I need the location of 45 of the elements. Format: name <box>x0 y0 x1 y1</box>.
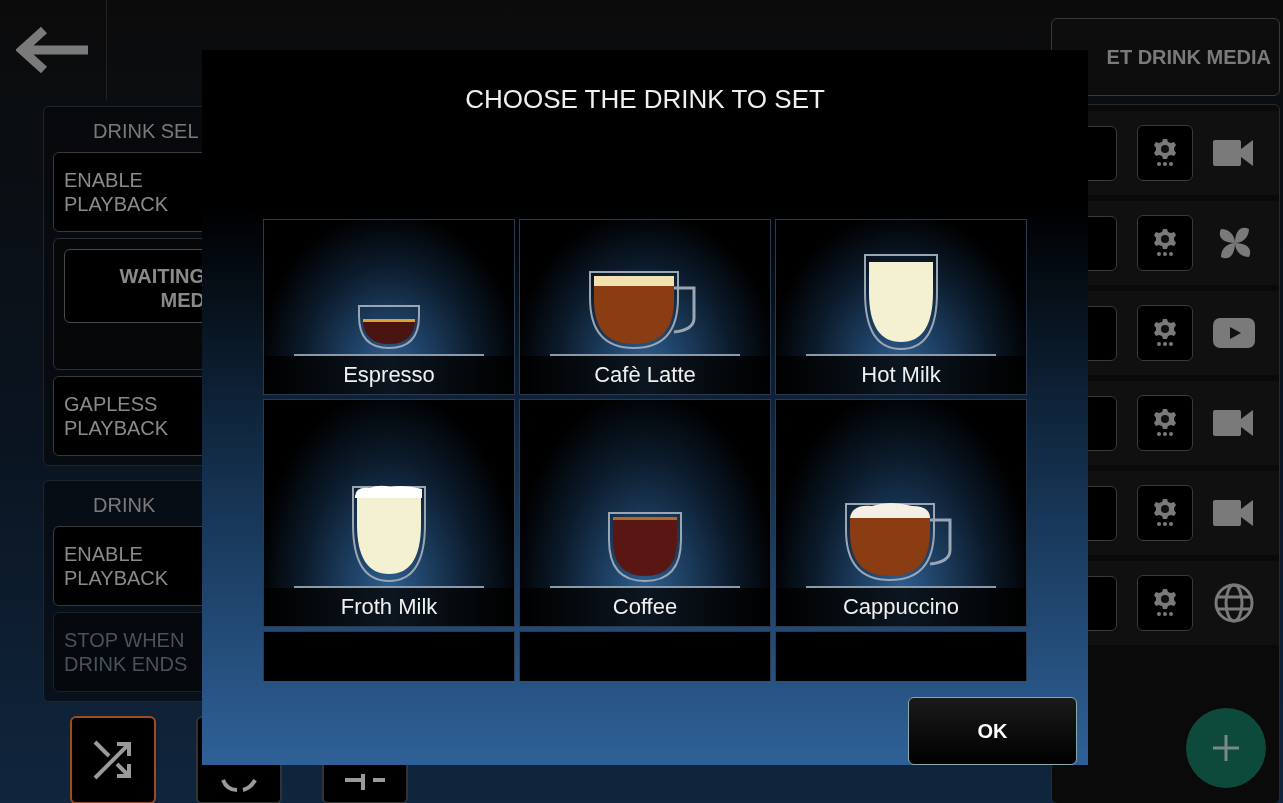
split-icon <box>343 774 387 790</box>
set-drink-media-button[interactable]: ET DRINK MEDIA <box>1051 18 1280 96</box>
coffee-glass-icon <box>606 510 684 584</box>
video-camera-icon <box>1213 410 1253 436</box>
toolbar-button[interactable] <box>70 716 156 803</box>
settings-button[interactable] <box>1137 575 1193 631</box>
drink-tile[interactable]: Hot Milk <box>775 219 1027 395</box>
video-camera-icon <box>1213 140 1253 166</box>
drink-name: Cafè Latte <box>520 356 770 394</box>
drink-tile[interactable]: Froth Milk <box>263 399 515 627</box>
settings-button[interactable] <box>1137 485 1193 541</box>
gear-icon <box>1154 499 1176 527</box>
drink-tile[interactable]: Cafè Latte <box>519 219 771 395</box>
drink-name: Coffee <box>520 588 770 626</box>
panel-title: DRINK <box>92 493 157 518</box>
plus-icon <box>1213 735 1239 761</box>
empty-drink-tile[interactable] <box>519 631 771 681</box>
panel-title: DRINK SEL <box>92 119 200 144</box>
drink-tile[interactable]: Espresso <box>263 219 515 395</box>
settings-button[interactable] <box>1137 125 1193 181</box>
drink-tile[interactable]: Coffee <box>519 399 771 627</box>
gear-icon <box>1154 319 1176 347</box>
settings-button[interactable] <box>1137 395 1193 451</box>
froth-glass-icon <box>350 484 428 584</box>
drink-tile[interactable]: Cappuccino <box>775 399 1027 627</box>
globe-icon <box>1213 582 1255 624</box>
play-icon <box>1213 318 1255 348</box>
empty-drink-tile[interactable] <box>775 631 1027 681</box>
gear-icon <box>1154 589 1176 617</box>
ok-button[interactable]: OK <box>908 697 1077 765</box>
back-arrow-icon <box>16 26 90 74</box>
gear-icon <box>1154 409 1176 437</box>
gear-icon <box>1154 229 1176 257</box>
settings-button[interactable] <box>1137 215 1193 271</box>
milk-glass-icon <box>862 252 940 352</box>
drink-name: Cappuccino <box>776 588 1026 626</box>
empty-drink-tile[interactable] <box>263 631 515 681</box>
settings-button[interactable] <box>1137 305 1193 361</box>
dialog-title: CHOOSE THE DRINK TO SET <box>465 83 825 114</box>
drink-name: Espresso <box>264 356 514 394</box>
video-camera-icon <box>1213 500 1253 526</box>
drink-name: Froth Milk <box>264 588 514 626</box>
drink-name: Hot Milk <box>776 356 1026 394</box>
curved-arrow-icon <box>219 778 259 792</box>
gear-icon <box>1154 139 1176 167</box>
